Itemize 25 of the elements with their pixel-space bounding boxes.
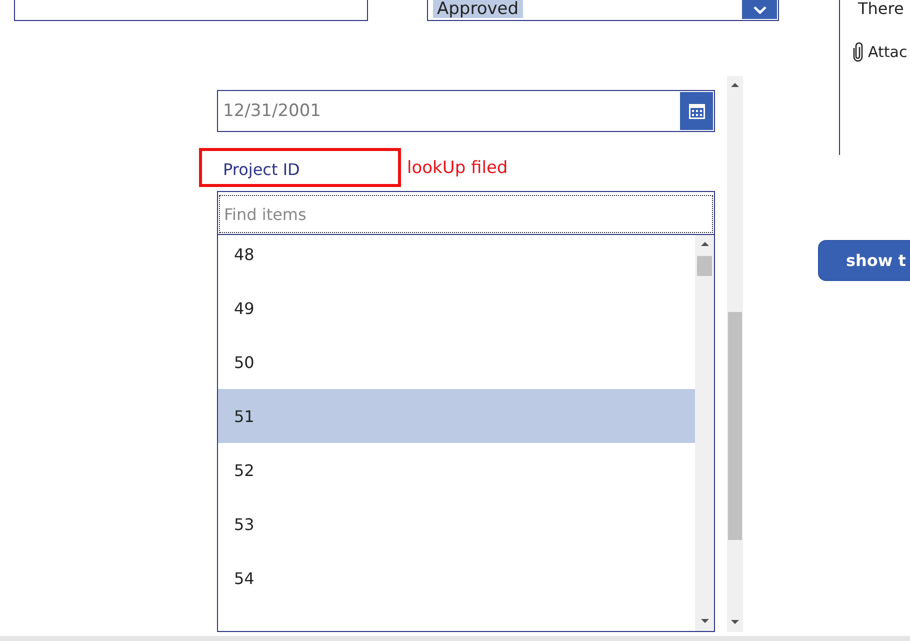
chevron-down-icon bbox=[752, 6, 766, 14]
list-item[interactable]: 51 bbox=[218, 389, 695, 443]
dropdown-value: Approved bbox=[433, 0, 523, 18]
scrollbar-thumb[interactable] bbox=[697, 256, 712, 276]
caret-up-icon[interactable] bbox=[700, 242, 708, 246]
list-scrollbar[interactable] bbox=[695, 235, 714, 631]
attachments-label[interactable]: Attac bbox=[868, 42, 908, 62]
status-dropdown[interactable]: Approved bbox=[427, 0, 779, 21]
field-label: Project ID bbox=[223, 160, 300, 180]
caret-down-icon[interactable] bbox=[731, 620, 739, 624]
caret-up-icon[interactable] bbox=[731, 83, 739, 87]
annotation-text: lookUp filed bbox=[407, 158, 508, 178]
date-picker[interactable]: 12/31/2001 bbox=[217, 90, 715, 132]
calendar-button[interactable] bbox=[680, 92, 713, 130]
paperclip-icon[interactable] bbox=[853, 42, 863, 62]
scrollbar-thumb[interactable] bbox=[728, 312, 742, 540]
form-scrollbar[interactable] bbox=[727, 76, 743, 632]
dropdown-button[interactable] bbox=[742, 0, 777, 19]
show-button[interactable]: show t bbox=[818, 240, 910, 281]
search-field[interactable]: Find items bbox=[219, 195, 713, 233]
date-value: 12/31/2001 bbox=[222, 100, 321, 122]
calendar-icon bbox=[688, 104, 704, 118]
note-text: There bbox=[858, 0, 905, 18]
text-input-field[interactable] bbox=[14, 0, 368, 21]
caret-down-icon[interactable] bbox=[700, 619, 708, 623]
